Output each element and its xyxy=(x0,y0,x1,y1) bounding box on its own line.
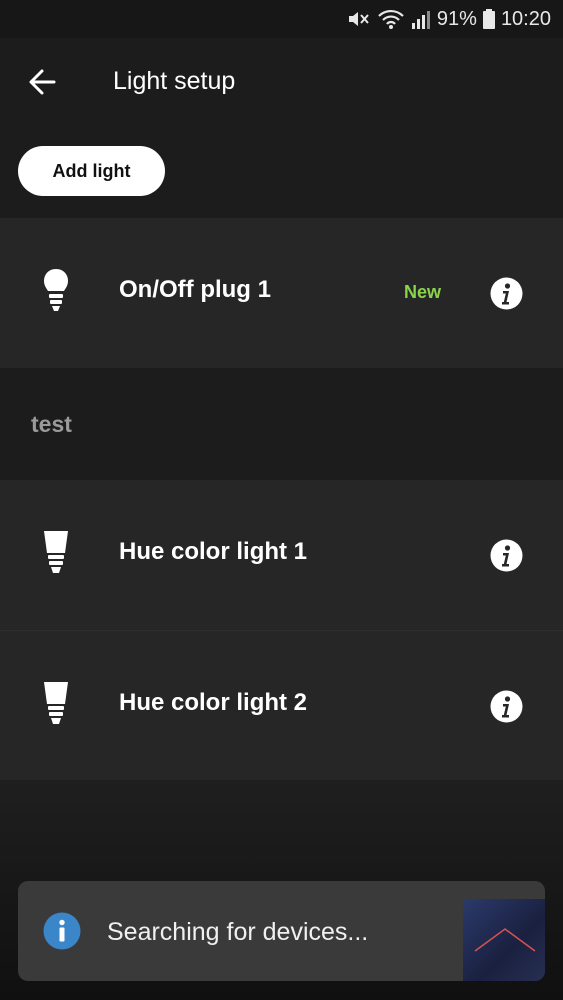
info-circle-icon xyxy=(43,912,81,950)
bulb-icon xyxy=(44,531,68,573)
app-bar: Light setup xyxy=(0,38,563,126)
group-name: test xyxy=(31,411,72,437)
clock: 10:20 xyxy=(500,7,551,30)
light-row-on-off-plug-1[interactable]: On/Off plug 1 New xyxy=(0,218,563,368)
back-button[interactable] xyxy=(22,62,66,102)
status-bar: 91% 10:20 xyxy=(0,0,563,38)
add-light-button[interactable]: Add light xyxy=(18,146,165,196)
page-title: Light setup xyxy=(113,67,236,95)
mute-icon xyxy=(348,12,369,26)
light-row-hue-color-light-1[interactable]: Hue color light 1 xyxy=(0,480,563,630)
chevron-up-icon xyxy=(474,928,536,952)
new-badge: New xyxy=(404,282,442,302)
thumbnail-preview[interactable] xyxy=(463,899,545,981)
plug-icon xyxy=(44,269,68,311)
light-name: On/Off plug 1 xyxy=(119,276,271,303)
snackbar: Searching for devices... xyxy=(18,881,545,981)
light-name: Hue color light 2 xyxy=(119,689,308,716)
add-light-area: Add light xyxy=(0,126,563,218)
light-name: Hue color light 1 xyxy=(119,538,308,565)
signal-icon xyxy=(411,11,430,29)
arrow-left-icon xyxy=(29,69,56,95)
wifi-icon xyxy=(378,9,404,29)
info-icon[interactable] xyxy=(490,277,523,310)
battery-percent: 91% xyxy=(436,7,477,30)
battery-icon xyxy=(482,9,495,29)
light-row-hue-color-light-2[interactable]: Hue color light 2 xyxy=(0,631,563,781)
info-icon[interactable] xyxy=(490,539,523,572)
info-icon[interactable] xyxy=(490,690,523,723)
snackbar-message: Searching for devices... xyxy=(107,918,369,946)
bulb-icon xyxy=(44,682,68,724)
group-header: test xyxy=(0,368,563,480)
